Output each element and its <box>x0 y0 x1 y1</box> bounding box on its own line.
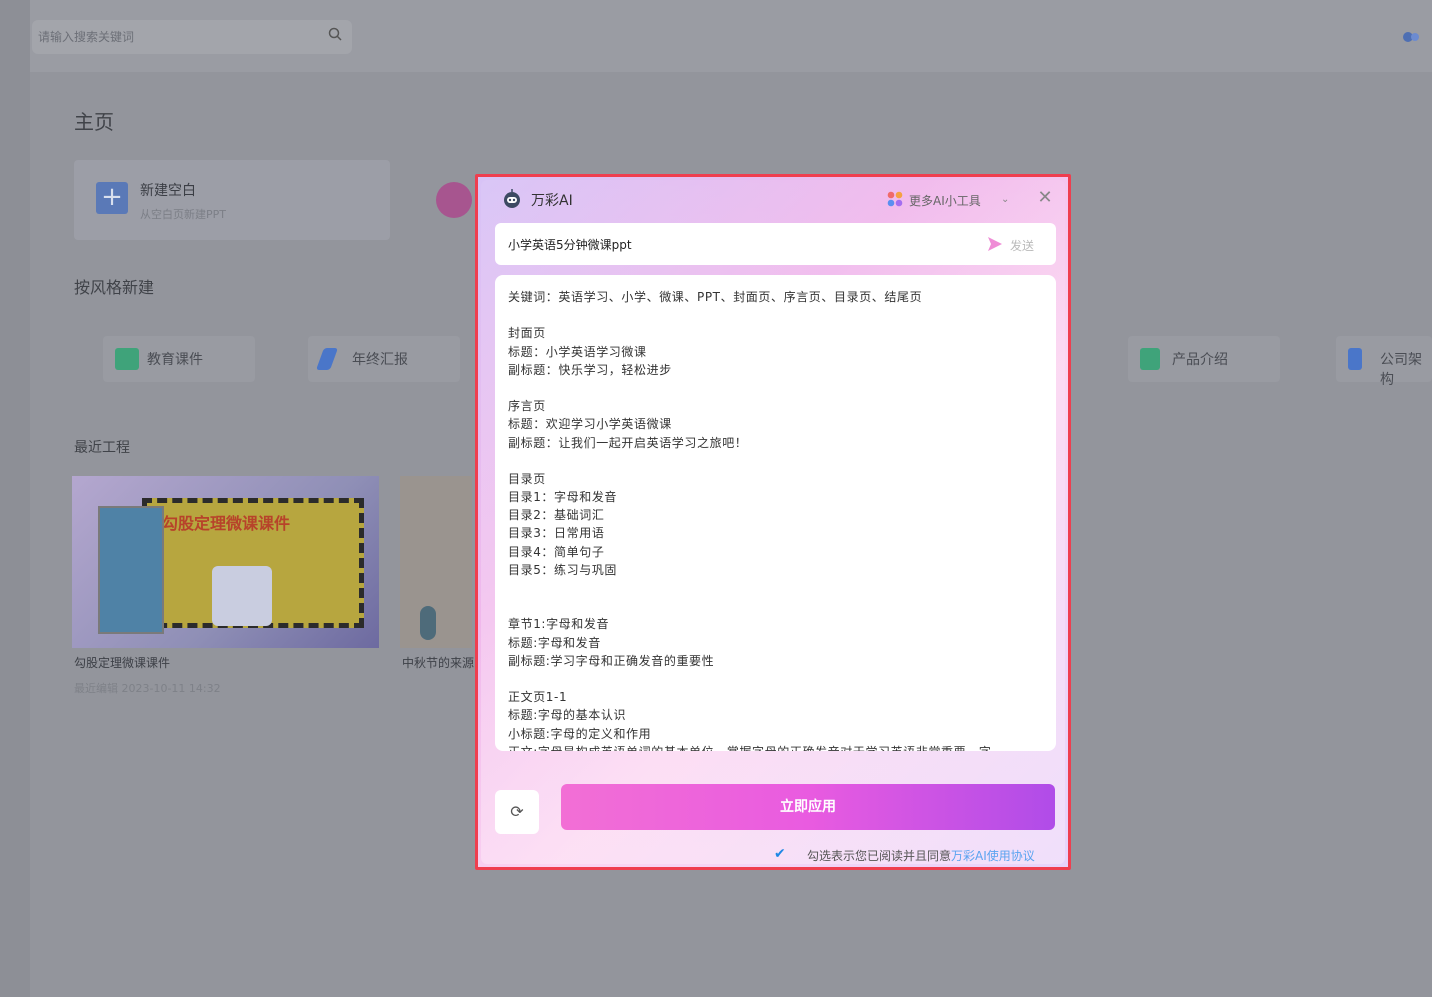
page-title: 主页 <box>74 110 114 134</box>
outline-line: 目录5：练习与巩固 <box>508 562 618 577</box>
project-name: 中秋节的来源 <box>402 656 475 670</box>
outline-line: 副标题：快乐学习，轻松进步 <box>508 362 672 377</box>
outline-line: 目录2：基础词汇 <box>508 508 605 523</box>
plus-icon: + <box>96 182 128 214</box>
thumbnail-title: 勾股定理微课课件 <box>162 514 291 533</box>
education-icon <box>115 348 139 370</box>
outline-line: 标题:字母和发音 <box>508 635 601 650</box>
outline-line: 标题：小学英语学习微课 <box>508 344 647 359</box>
more-ai-tools-button[interactable]: 更多AI小工具 <box>909 192 981 209</box>
search-input[interactable]: 请输入搜索关键词 <box>32 20 352 54</box>
outline-line: 副标题:学习字母和正确发音的重要性 <box>508 653 715 668</box>
generated-outline[interactable]: 关键词：英语学习、小学、微课、PPT、封面页、序言页、目录页、结尾页 封面页标题：… <box>495 275 1056 751</box>
project-date: 最近编辑 2023-10-11 14:32 <box>74 682 221 695</box>
new-blank-card[interactable]: + 新建空白 从空白页新建PPT <box>74 160 390 240</box>
ai-robot-icon[interactable] <box>436 182 472 218</box>
outline-line: 标题：欢迎学习小学英语微课 <box>508 417 672 432</box>
prompt-input-value: 小学英语5分钟微课ppt <box>508 238 632 252</box>
style-card-label: 公司架构 <box>1380 352 1422 388</box>
outline-line <box>508 579 1043 597</box>
outline-text: 关键词：英语学习、小学、微课、PPT、封面页、序言页、目录页、结尾页 封面页标题：… <box>508 288 1043 751</box>
outline-line <box>508 306 1043 324</box>
apps-icon <box>887 191 903 207</box>
close-icon[interactable]: ✕ <box>1034 187 1056 209</box>
search-icon[interactable] <box>328 27 342 41</box>
building-icon <box>1348 348 1362 370</box>
outline-line <box>508 452 1043 470</box>
outline-line: 小标题:字母的定义和作用 <box>508 726 652 741</box>
outline-line: 关键词：英语学习、小学、微课、PPT、封面页、序言页、目录页、结尾页 <box>508 290 923 304</box>
prompt-input[interactable]: 小学英语5分钟微课ppt 发送 <box>495 223 1056 265</box>
outline-line: 正文页1-1 <box>508 690 568 705</box>
agreement-link[interactable]: 万彩AI使用协议 <box>951 849 1035 863</box>
ai-dialog-inner: 万彩AI 更多AI小工具 ⌄ ✕ 小学英语5分钟微课ppt 发送 关键词：英语学… <box>481 180 1065 864</box>
send-icon[interactable] <box>987 236 1003 252</box>
outline-line: 标题:字母的基本认识 <box>508 708 627 723</box>
thumbnail-books-stack <box>212 566 272 626</box>
send-button[interactable]: 发送 <box>1010 237 1034 254</box>
apply-now-button[interactable]: 立即应用 <box>561 784 1055 830</box>
user-icon[interactable] <box>1400 28 1422 46</box>
outline-line: 序言页 <box>508 399 546 414</box>
agree-text: 勾选表示您已阅读并且同意万彩AI使用协议 <box>807 847 1035 864</box>
thumbnail-vase <box>420 606 436 640</box>
new-blank-title: 新建空白 <box>140 183 196 199</box>
refresh-icon[interactable]: ⟳ <box>495 790 539 834</box>
style-card-education[interactable]: 教育课件 <box>103 336 255 382</box>
search-placeholder: 请输入搜索关键词 <box>38 30 135 44</box>
pen-icon <box>315 348 339 370</box>
outline-line <box>508 597 1043 615</box>
new-blank-subtitle: 从空白页新建PPT <box>140 208 226 221</box>
recent-section-title: 最近工程 <box>74 440 130 456</box>
outline-line: 封面页 <box>508 326 546 341</box>
thumbnail-book <box>98 506 164 634</box>
ai-dialog-title: 万彩AI <box>531 193 573 209</box>
agree-checkbox[interactable]: ✔ <box>774 846 786 862</box>
style-card-label: 产品介绍 <box>1172 352 1228 368</box>
style-card-company[interactable]: 公司架构 <box>1336 336 1432 388</box>
style-card-product[interactable]: 产品介绍 <box>1128 336 1280 382</box>
project-thumbnail[interactable]: 勾股定理微课课件 <box>72 476 379 648</box>
project-thumbnail[interactable] <box>400 476 472 648</box>
agree-label: 勾选表示您已阅读并且同意 <box>807 849 952 863</box>
outline-line: 目录页 <box>508 471 546 486</box>
robot-icon <box>504 189 520 208</box>
outline-line: 目录1：字母和发音 <box>508 490 618 505</box>
outline-line: 副标题：让我们一起开启英语学习之旅吧！ <box>508 435 748 450</box>
outline-line: 目录3：日常用语 <box>508 526 605 541</box>
chevron-down-icon[interactable]: ⌄ <box>1001 194 1009 205</box>
outline-line: 章节1:字母和发音 <box>508 617 610 632</box>
outline-line <box>508 379 1043 397</box>
style-card-label: 年终汇报 <box>352 352 408 368</box>
outline-line: 目录4：简单句子 <box>508 544 605 559</box>
product-icon <box>1140 348 1160 370</box>
style-card-label: 教育课件 <box>147 352 203 368</box>
outline-line: 正文:字母是构成英语单词的基本单位，掌握字母的正确发音对于学习英语非常重要。字 <box>508 743 1043 751</box>
ai-dialog: 万彩AI 更多AI小工具 ⌄ ✕ 小学英语5分钟微课ppt 发送 关键词：英语学… <box>475 174 1071 870</box>
outline-line <box>508 670 1043 688</box>
style-card-annual-report[interactable]: 年终汇报 <box>308 336 460 382</box>
style-section-title: 按风格新建 <box>74 278 155 297</box>
project-name: 勾股定理微课课件 <box>74 656 171 670</box>
